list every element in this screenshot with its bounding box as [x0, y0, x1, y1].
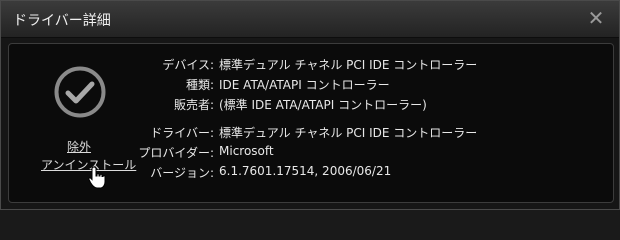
- checkmark-circle-icon: [54, 66, 106, 118]
- provider-value: Microsoft: [219, 144, 274, 158]
- device-value: 標準デュアル チャネル PCI IDE コントローラー: [219, 58, 478, 72]
- details-panel: 除外 アンインストール デバイス: 標準デュアル チャネル PCI IDE コン…: [8, 43, 614, 203]
- device-label: デバイス:: [162, 58, 214, 72]
- driver-label: ドライバー:: [150, 126, 214, 140]
- vendor-label: 販売者:: [173, 98, 214, 112]
- exclude-link[interactable]: 除外: [67, 138, 91, 155]
- version-value: 6.1.7601.17514, 2006/06/21: [219, 164, 392, 178]
- window-title: ドライバー詳細: [13, 13, 111, 29]
- driver-value: 標準デュアル チャネル PCI IDE コントローラー: [219, 126, 478, 140]
- hand-cursor-icon: [88, 166, 106, 189]
- vendor-value: (標準 IDE ATA/ATAPI コントローラー): [219, 98, 427, 112]
- provider-label: プロバイダー:: [138, 146, 214, 160]
- type-value: IDE ATA/ATAPI コントローラー: [219, 78, 390, 92]
- close-icon[interactable]: ✕: [585, 7, 607, 29]
- driver-details-window: ドライバー詳細 ✕ 除外 アンインストール デバイス: 標準デュアル チャネル …: [0, 0, 620, 210]
- title-bar: ドライバー詳細 ✕: [1, 1, 619, 38]
- type-label: 種類:: [185, 78, 214, 92]
- version-label: バージョン:: [150, 166, 214, 180]
